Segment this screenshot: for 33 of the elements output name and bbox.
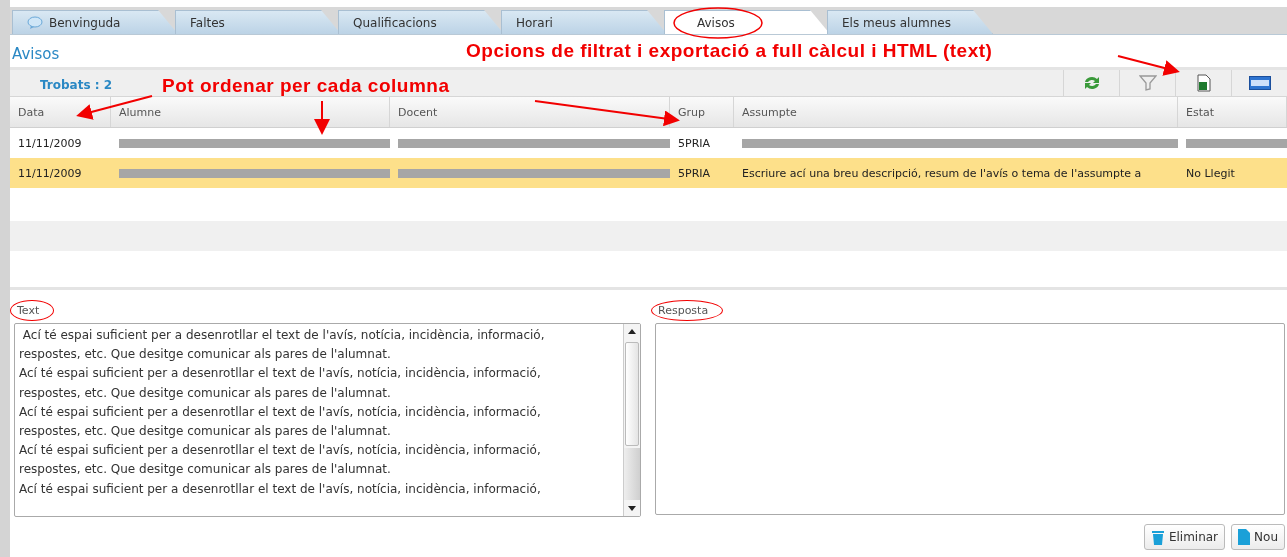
- filter-icon: [1138, 75, 1157, 91]
- table-cell-text: No Llegit: [1185, 165, 1236, 182]
- tab[interactable]: Horari: [501, 10, 667, 34]
- table-cell-text: 5PRIA: [677, 135, 712, 152]
- table-cell-text: 5PRIA: [677, 165, 712, 182]
- document-icon: [1238, 529, 1251, 545]
- spreadsheet-icon: [1196, 74, 1211, 92]
- annotation-arrow: [314, 100, 330, 135]
- annotation-text: Pot ordenar per cada columna: [162, 75, 450, 97]
- results-count: Trobats : 2: [40, 78, 113, 92]
- page-title: Avisos: [12, 45, 60, 63]
- tab[interactable]: Els meus alumnes: [827, 10, 993, 34]
- column-header[interactable]: Grup: [670, 97, 734, 127]
- table-cell-text: 11/11/2009: [17, 135, 83, 152]
- table-row[interactable]: 11/11/2009 5PRIA Escriure ací una breu descripció, resum de l'avís o tema de l'assumpte a No Llegit: [10, 158, 1287, 188]
- delete-button[interactable]: Eliminar: [1143, 524, 1226, 550]
- html-icon: [1248, 76, 1271, 90]
- column-header[interactable]: Data: [10, 97, 111, 127]
- annotation-arrow: [1117, 55, 1180, 76]
- column-header[interactable]: Estat: [1178, 97, 1287, 127]
- tab[interactable]: Faltes: [175, 10, 341, 34]
- tab[interactable]: Qualificacions: [338, 10, 504, 34]
- tab[interactable]: Avisos: [664, 10, 830, 34]
- column-header[interactable]: Assumpte: [734, 97, 1178, 127]
- reply-field[interactable]: [655, 323, 1285, 515]
- column-header[interactable]: Docent: [390, 97, 670, 127]
- table-cell-text: Escriure ací una breu descripció, resum de l'avís o tema de l'assumpte a: [741, 165, 1143, 182]
- tab[interactable]: Benvinguda: [12, 10, 178, 34]
- trash-icon: [1150, 529, 1165, 545]
- annotation-text: Opcions de filtrat i exportació a full càlcul i HTML (text): [466, 40, 993, 62]
- new-button[interactable]: Nou: [1231, 524, 1285, 550]
- column-header[interactable]: Alumne: [111, 97, 390, 127]
- table-cell-text: 11/11/2009: [17, 165, 83, 182]
